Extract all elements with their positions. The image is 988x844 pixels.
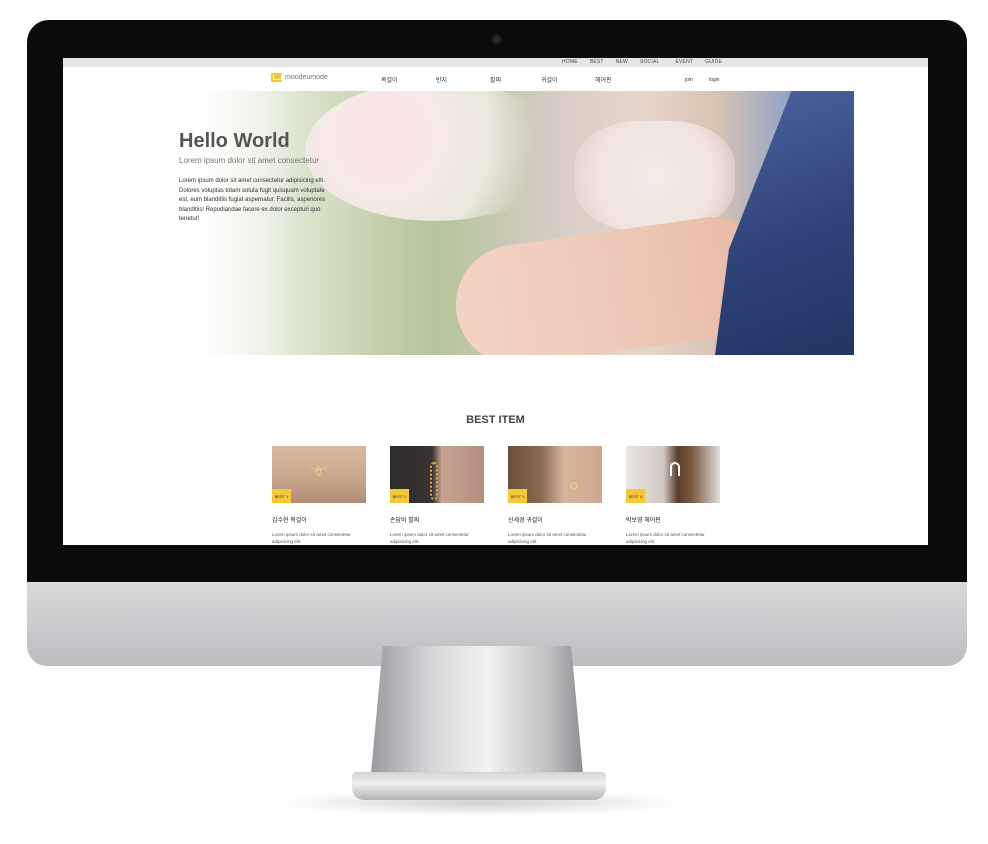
utility-links: HOME BEST NEW SOCIAL EVENT GUIDE (562, 59, 722, 65)
menu-item-bracelet[interactable]: 팔찌 (490, 75, 501, 84)
product-card[interactable]: BEST 3 신세경 귀걸이 Lorem ipsum dolor sit ame… (508, 446, 602, 545)
login-link[interactable]: login (709, 77, 720, 83)
monitor-stand-foot (352, 772, 606, 800)
utility-link-home[interactable]: HOME (562, 59, 578, 65)
product-image-hairpin[interactable]: BEST 4 (626, 446, 720, 503)
product-name[interactable]: 손담비 팔찌 (390, 515, 484, 524)
best-badge: BEST 4 (626, 489, 645, 503)
menu-item-ring[interactable]: 반지 (436, 75, 447, 84)
utility-link-social[interactable]: SOCIAL (640, 59, 660, 65)
camera-icon (491, 34, 502, 45)
hairpin-clip (670, 462, 680, 476)
utility-link-new[interactable]: NEW (616, 59, 628, 65)
product-image-necklace[interactable]: BEST 1 (272, 446, 366, 503)
hero-dress-image (575, 121, 735, 231)
product-name[interactable]: 신세경 귀걸이 (508, 515, 602, 524)
utility-bar: HOME BEST NEW SOCIAL EVENT GUIDE (63, 58, 928, 67)
menu-item-necklace[interactable]: 목걸이 (381, 75, 398, 84)
bracelet-chain (430, 462, 438, 500)
product-card[interactable]: BEST 2 손담비 팔찌 Lorem ipsum dolor sit amet… (390, 446, 484, 545)
product-name[interactable]: 김수현 목걸이 (272, 515, 366, 524)
menu-item-earring[interactable]: 귀걸이 (541, 75, 558, 84)
product-name[interactable]: 박보영 헤어핀 (626, 515, 720, 524)
utility-link-event[interactable]: EVENT (675, 59, 693, 65)
monitor-stand-neck (370, 646, 584, 784)
best-badge: BEST 3 (508, 489, 527, 503)
best-item-heading: BEST ITEM (466, 414, 525, 426)
hero-body-text: Lorem ipsum dolor sit amet consectetur a… (179, 178, 326, 222)
product-description: Lorem ipsum dolor sit amet consectetur a… (508, 532, 587, 544)
logo-icon (271, 73, 282, 82)
website-screen: HOME BEST NEW SOCIAL EVENT GUIDE moodeum… (63, 58, 928, 545)
menu-item-hairpin[interactable]: 헤어핀 (595, 75, 612, 84)
utility-link-best[interactable]: BEST (590, 59, 604, 65)
utility-link-guide[interactable]: GUIDE (705, 59, 722, 65)
product-description: Lorem ipsum dolor sit amet consectetur a… (390, 532, 469, 544)
hero-subtitle: Lorem ipsum dolor sit amet consectetur (179, 156, 320, 165)
earring-hoop (570, 482, 578, 490)
logo-text: moodeumode (285, 74, 328, 81)
product-card[interactable]: BEST 4 박보영 헤어핀 Lorem ipsum dolor sit ame… (626, 446, 720, 545)
product-description: Lorem ipsum dolor sit amet consectetur a… (626, 532, 705, 544)
main-nav: moodeumode 목걸이 반지 팔찌 귀걸이 헤어핀 join login (63, 67, 928, 91)
hero-title: Hello World (179, 130, 290, 152)
product-image-earring[interactable]: BEST 3 (508, 446, 602, 503)
hero-bouquet-image (305, 91, 565, 221)
join-link[interactable]: join (685, 77, 693, 83)
best-badge: BEST 1 (272, 489, 291, 503)
product-card[interactable]: BEST 1 김수현 목걸이 Lorem ipsum dolor sit ame… (272, 446, 366, 545)
necklace-pendant (316, 466, 321, 476)
site-logo[interactable]: moodeumode (271, 73, 328, 82)
product-description: Lorem ipsum dolor sit amet consectetur a… (272, 532, 351, 544)
best-badge: BEST 2 (390, 489, 409, 503)
product-image-bracelet[interactable]: BEST 2 (390, 446, 484, 503)
